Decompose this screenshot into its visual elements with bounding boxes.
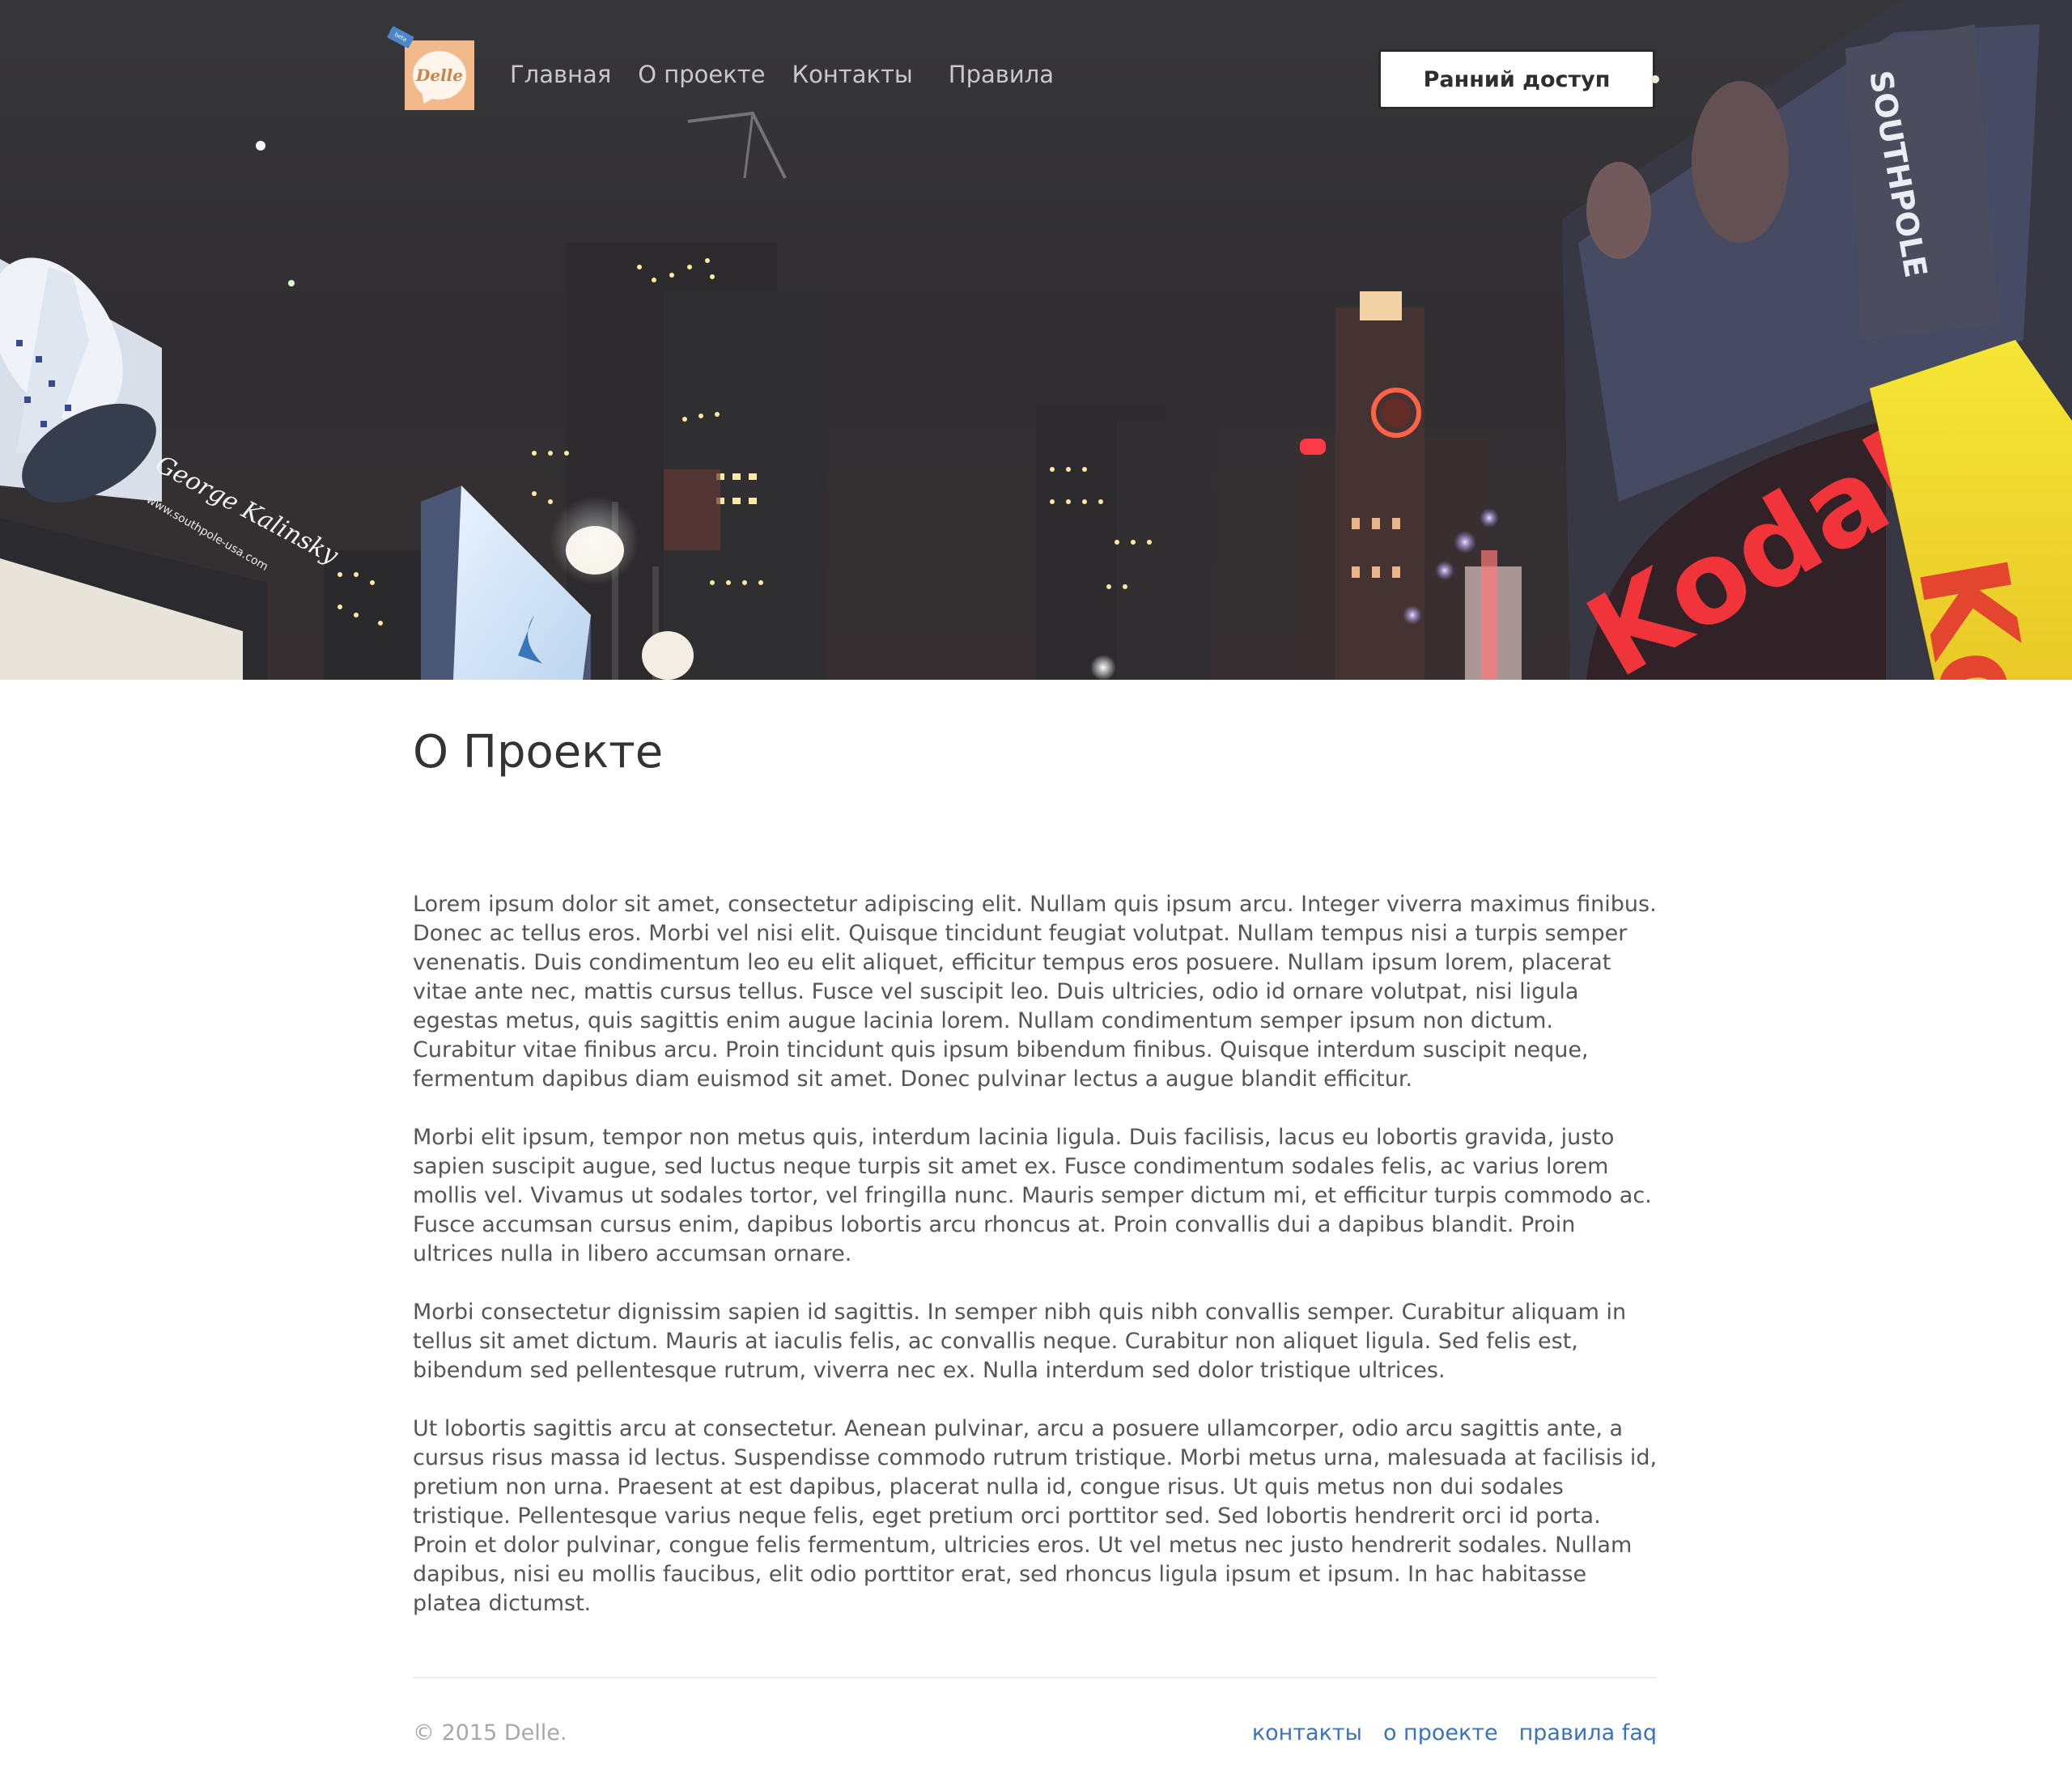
main-content: О Проекте Lorem ipsum dolor sit amet, co… bbox=[413, 712, 1659, 1648]
early-access-button[interactable]: Ранний доступ bbox=[1378, 49, 1655, 109]
page-title: О Проекте bbox=[413, 726, 664, 778]
hero-city-photo: George Kalinsky www.southpole-usa.com SO… bbox=[0, 0, 2072, 680]
footer-link-rules-faq[interactable]: правила faq bbox=[1519, 1717, 1657, 1750]
footer-divider bbox=[413, 1677, 1657, 1678]
hero-banner: George Kalinsky www.southpole-usa.com SO… bbox=[0, 0, 2072, 680]
footer-links: контакты о проекте правила faq bbox=[1231, 1717, 1657, 1750]
footer-link-contacts[interactable]: контакты bbox=[1252, 1717, 1362, 1750]
paragraph: Morbi consectetur dignissim sapien id sa… bbox=[413, 1300, 1627, 1383]
footer-link-about[interactable]: о проекте bbox=[1383, 1717, 1498, 1750]
main-nav: Главная О проекте Контакты Правила bbox=[510, 58, 1081, 91]
nav-contacts[interactable]: Контакты bbox=[792, 58, 913, 91]
logo-text: Delle bbox=[416, 66, 463, 85]
logo[interactable]: Delle bbox=[405, 40, 474, 110]
cta-indicator-dot bbox=[1651, 75, 1659, 83]
paragraph: Morbi elit ipsum, tempor non metus quis,… bbox=[413, 1125, 1652, 1266]
paragraph: Lorem ipsum dolor sit amet, consectetur … bbox=[413, 892, 1657, 1092]
paragraph: Ut lobortis sagittis arcu at consectetur… bbox=[413, 1416, 1658, 1616]
nav-about[interactable]: О проекте bbox=[638, 58, 765, 91]
article-body: Lorem ipsum dolor sit amet, consectetur … bbox=[413, 890, 1659, 1618]
copyright: © 2015 Delle. bbox=[413, 1720, 567, 1745]
logo-bubble-icon: Delle bbox=[413, 51, 466, 100]
nav-rules[interactable]: Правила bbox=[949, 58, 1054, 91]
nav-home[interactable]: Главная bbox=[510, 58, 611, 91]
